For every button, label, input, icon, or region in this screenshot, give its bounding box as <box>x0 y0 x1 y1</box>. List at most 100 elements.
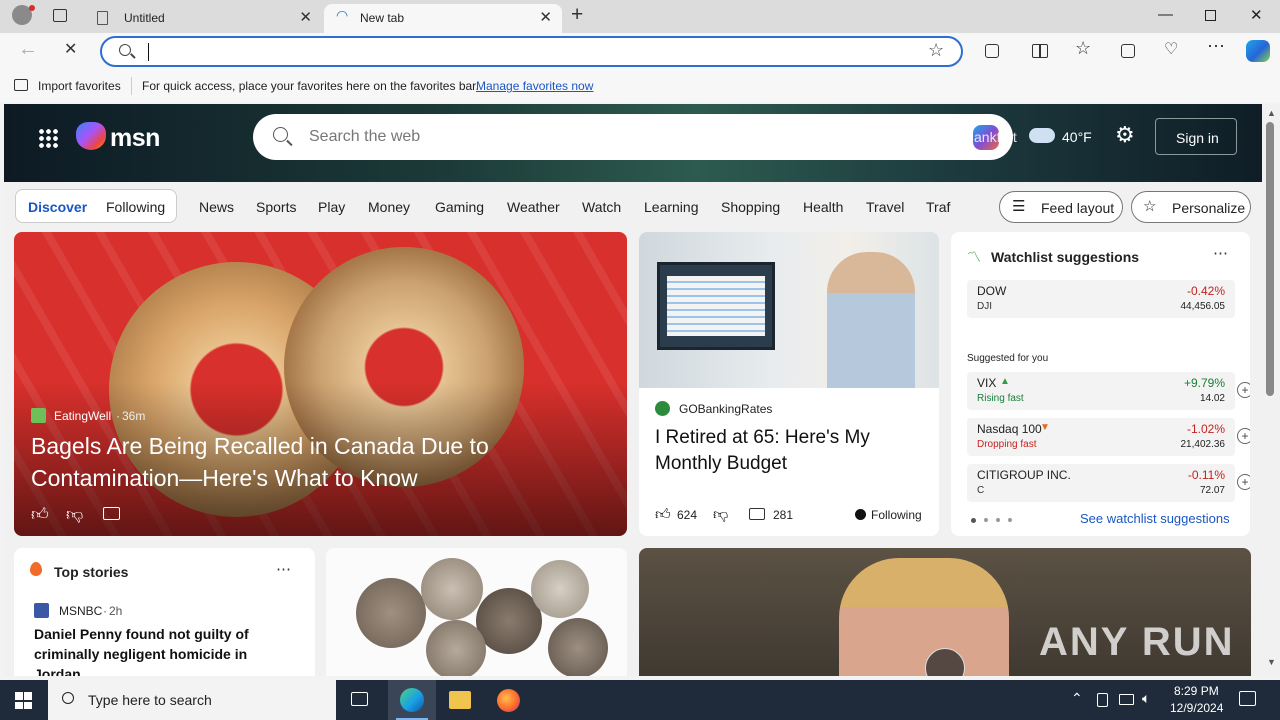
add-to-watchlist-icon[interactable]: + <box>1237 382 1250 398</box>
add-to-watchlist-icon[interactable]: + <box>1237 474 1250 490</box>
apps-launcher-icon[interactable] <box>38 128 58 148</box>
watchlist-more-icon[interactable]: ⋯ <box>1213 244 1228 262</box>
volume-icon[interactable]: 🔈︎ <box>1142 690 1150 707</box>
new-tab-icon[interactable]: + <box>571 3 583 27</box>
file-explorer-icon[interactable] <box>449 691 471 709</box>
tab-discover[interactable]: Discover <box>28 199 87 215</box>
msn-search-input[interactable]: Search the web <box>309 128 420 146</box>
bagel-news-card[interactable]: EatingWell · 36m Bagels Are Being Recall… <box>14 232 627 536</box>
nav-sports[interactable]: Sports <box>256 199 296 215</box>
firefox-icon[interactable] <box>497 689 520 712</box>
msn-logo[interactable]: msn <box>110 124 160 153</box>
page-scrollbar[interactable]: ▲ ▼ <box>1262 104 1280 676</box>
close-window-icon[interactable]: ✕ <box>1250 6 1263 24</box>
card-source[interactable]: EatingWell <box>54 409 111 423</box>
top-stories-more-icon[interactable]: ⋯ <box>276 560 291 578</box>
address-bar[interactable]: ☆ <box>100 36 963 67</box>
notifications-icon[interactable] <box>1239 691 1256 706</box>
decor-image-card[interactable] <box>326 548 627 676</box>
dislike-icon[interactable]: 👎︎ <box>713 506 728 524</box>
nav-learning[interactable]: Learning <box>644 199 699 215</box>
comment-icon[interactable] <box>103 507 120 520</box>
weather-location[interactable]: ankfurt <box>974 129 1017 145</box>
more-menu-icon[interactable]: ⋯ <box>1207 36 1225 57</box>
tab-untitled[interactable]: Untitled ✕ <box>86 4 322 33</box>
close-tab-icon[interactable]: ✕ <box>299 8 312 26</box>
favorite-star-icon[interactable]: ☆ <box>928 40 944 61</box>
scroll-up-icon[interactable]: ▲ <box>1267 108 1276 118</box>
nav-money[interactable]: Money <box>368 199 410 215</box>
nav-gaming[interactable]: Gaming <box>435 199 484 215</box>
close-tab-icon[interactable]: ✕ <box>539 8 552 26</box>
watchlist-row-dow[interactable]: DOW DJI -0.42% 44,456.05 <box>967 280 1235 318</box>
story-headline[interactable]: Daniel Penny found not guilty of crimina… <box>34 624 304 676</box>
network-icon[interactable] <box>1119 694 1134 705</box>
watchlist-title[interactable]: Watchlist suggestions <box>991 249 1139 265</box>
scroll-thumb[interactable] <box>1266 122 1274 396</box>
like-icon[interactable]: 👍︎ <box>655 506 671 524</box>
taskbar-search-input[interactable]: Type here to search <box>88 692 212 708</box>
tab-actions-icon[interactable] <box>53 9 67 22</box>
weather-temperature[interactable]: 40°F <box>1062 129 1092 145</box>
nav-news[interactable]: News <box>199 199 234 215</box>
card-headline[interactable]: I Retired at 65: Here's My Monthly Budge… <box>655 425 925 477</box>
nav-play[interactable]: Play <box>318 199 345 215</box>
start-windows-icon[interactable] <box>15 692 32 709</box>
following-label[interactable]: Following <box>871 508 922 522</box>
clock-date[interactable]: 12/9/2024 <box>1170 701 1223 715</box>
collections-icon[interactable] <box>1121 44 1135 58</box>
nav-health[interactable]: Health <box>803 199 843 215</box>
scroll-down-icon[interactable]: ▼ <box>1267 657 1276 667</box>
carousel-dot[interactable] <box>996 518 1000 522</box>
watchlist-row-nasdaq[interactable]: Nasdaq 100 ▼ Dropping fast -1.02% 21,402… <box>967 418 1250 456</box>
see-watchlist-link[interactable]: See watchlist suggestions <box>1080 511 1230 526</box>
tab-new-tab[interactable]: ◠ New tab ✕ <box>324 4 562 33</box>
add-to-watchlist-icon[interactable]: + <box>1237 428 1250 444</box>
msn-search-box[interactable]: Search the web <box>253 114 1013 160</box>
carousel-dot[interactable] <box>984 518 988 522</box>
story-source[interactable]: MSNBC <box>59 604 102 618</box>
back-icon[interactable]: ← <box>18 38 38 61</box>
comment-icon[interactable] <box>749 508 765 520</box>
nav-shopping[interactable]: Shopping <box>721 199 780 215</box>
browser-essentials-icon[interactable]: ♡ <box>1164 39 1178 59</box>
stop-icon[interactable]: ✕ <box>64 39 77 59</box>
import-favorites-button[interactable]: Import favorites <box>38 79 121 93</box>
watchlist-row-vix[interactable]: VIX ▲ Rising fast +9.79% 14.02 + <box>967 372 1250 410</box>
settings-gear-icon[interactable]: ⚙ <box>1115 122 1135 148</box>
tab-following[interactable]: Following <box>106 199 165 215</box>
clock-time[interactable]: 8:29 PM <box>1174 684 1219 698</box>
feed-layout-button[interactable]: ☰ Feed layout <box>999 191 1123 223</box>
dislike-icon[interactable]: 👎︎ <box>66 504 83 525</box>
show-hidden-icons[interactable]: ⌃ <box>1071 690 1083 707</box>
carousel-dot[interactable] <box>971 518 976 523</box>
top-stories-title[interactable]: Top stories <box>54 564 128 580</box>
nav-watch[interactable]: Watch <box>582 199 621 215</box>
video-card[interactable]: ANY RUN <box>639 548 1251 676</box>
restore-icon[interactable] <box>1205 10 1216 21</box>
taskbar-search-box[interactable]: Type here to search <box>48 680 336 720</box>
watchlist-row-citigroup[interactable]: CITIGROUP INC. C -0.11% 72.07 + <box>967 464 1250 502</box>
edge-taskbar-icon[interactable] <box>388 680 436 720</box>
device-icon[interactable] <box>1097 693 1108 707</box>
extensions-icon[interactable] <box>985 44 999 58</box>
nav-weather[interactable]: Weather <box>507 199 560 215</box>
personalize-button[interactable]: ☆ Personalize <box>1131 191 1251 223</box>
carousel-dot[interactable] <box>1008 518 1012 522</box>
retire-budget-card[interactable]: GOBankingRates I Retired at 65: Here's M… <box>639 232 939 536</box>
task-view-icon[interactable] <box>351 692 368 706</box>
address-input[interactable] <box>148 43 908 61</box>
card-source[interactable]: GOBankingRates <box>679 402 772 416</box>
nav-traffic[interactable]: Traf <box>926 199 950 215</box>
sign-in-button[interactable]: Sign in <box>1155 118 1237 155</box>
copilot-icon[interactable] <box>1246 40 1270 62</box>
like-icon[interactable]: 👍︎ <box>31 504 49 525</box>
source-logo-icon <box>655 401 670 416</box>
card-headline[interactable]: Bagels Are Being Recalled in Canada Due … <box>31 430 571 494</box>
manage-favorites-link[interactable]: Manage favorites now <box>476 79 593 93</box>
nav-travel[interactable]: Travel <box>866 199 904 215</box>
minimize-icon[interactable]: — <box>1158 6 1173 23</box>
suggested-label: Suggested for you <box>967 353 1049 364</box>
edge-icon <box>400 688 424 712</box>
favorites-icon[interactable]: ☆ <box>1075 38 1091 59</box>
